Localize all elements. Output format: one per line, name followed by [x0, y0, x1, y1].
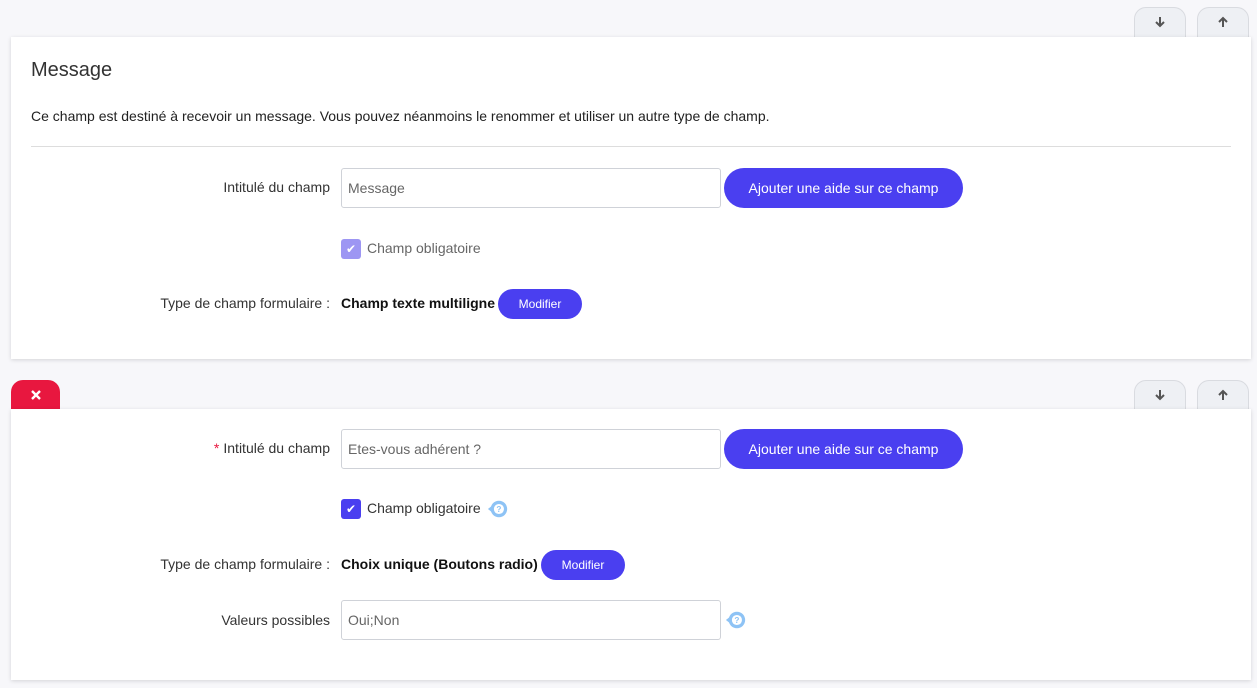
- field-card-membership: *Intitulé du champ Ajouter une aide sur …: [11, 409, 1251, 680]
- field-type-value: Champ texte multiligne: [341, 295, 496, 311]
- modify-type-button[interactable]: Modifier: [541, 550, 625, 580]
- field-label-input[interactable]: [341, 168, 721, 208]
- close-icon: [30, 387, 41, 403]
- required-label: Champ obligatoire: [367, 500, 481, 516]
- field-label-text: Intitulé du champ: [223, 440, 330, 456]
- help-icon[interactable]: ?: [487, 498, 509, 520]
- help-icon[interactable]: ?: [725, 609, 747, 631]
- field-card-message: Message Ce champ est destiné à recevoir …: [11, 37, 1251, 359]
- required-marker: *: [213, 440, 220, 456]
- required-checkbox[interactable]: ✔: [341, 239, 361, 259]
- check-icon: ✔: [345, 242, 357, 256]
- field-label-input[interactable]: [341, 429, 721, 469]
- arrow-down-icon: [1154, 388, 1166, 404]
- required-checkbox[interactable]: ✔: [341, 499, 361, 519]
- svg-text:?: ?: [734, 616, 739, 625]
- arrow-down-icon: [1154, 15, 1166, 31]
- field-type-label: Type de champ formulaire :: [160, 295, 330, 311]
- modify-type-button[interactable]: Modifier: [498, 289, 582, 319]
- check-icon: ✔: [345, 502, 357, 516]
- card-description: Ce champ est destiné à recevoir un messa…: [31, 108, 770, 124]
- field-label-label: Intitulé du champ: [223, 179, 330, 195]
- delete-field-button[interactable]: [11, 380, 60, 409]
- required-label: Champ obligatoire: [367, 240, 481, 256]
- svg-text:?: ?: [496, 505, 501, 514]
- field-type-value: Choix unique (Boutons radio): [341, 556, 538, 572]
- possible-values-input[interactable]: [341, 600, 721, 640]
- move-down-button[interactable]: [1134, 7, 1186, 37]
- possible-values-label: Valeurs possibles: [221, 612, 330, 628]
- move-down-button[interactable]: [1134, 380, 1186, 410]
- divider: [31, 146, 1231, 147]
- card-title: Message: [31, 59, 113, 81]
- field-label-label: * Intitulé du champ: [214, 440, 330, 456]
- field-type-label: Type de champ formulaire :: [160, 556, 330, 572]
- add-help-button[interactable]: Ajouter une aide sur ce champ: [724, 168, 963, 208]
- move-up-button[interactable]: [1197, 380, 1249, 410]
- move-up-button[interactable]: [1197, 7, 1249, 37]
- arrow-up-icon: [1217, 388, 1229, 404]
- add-help-button[interactable]: Ajouter une aide sur ce champ: [724, 429, 963, 469]
- arrow-up-icon: [1217, 15, 1229, 31]
